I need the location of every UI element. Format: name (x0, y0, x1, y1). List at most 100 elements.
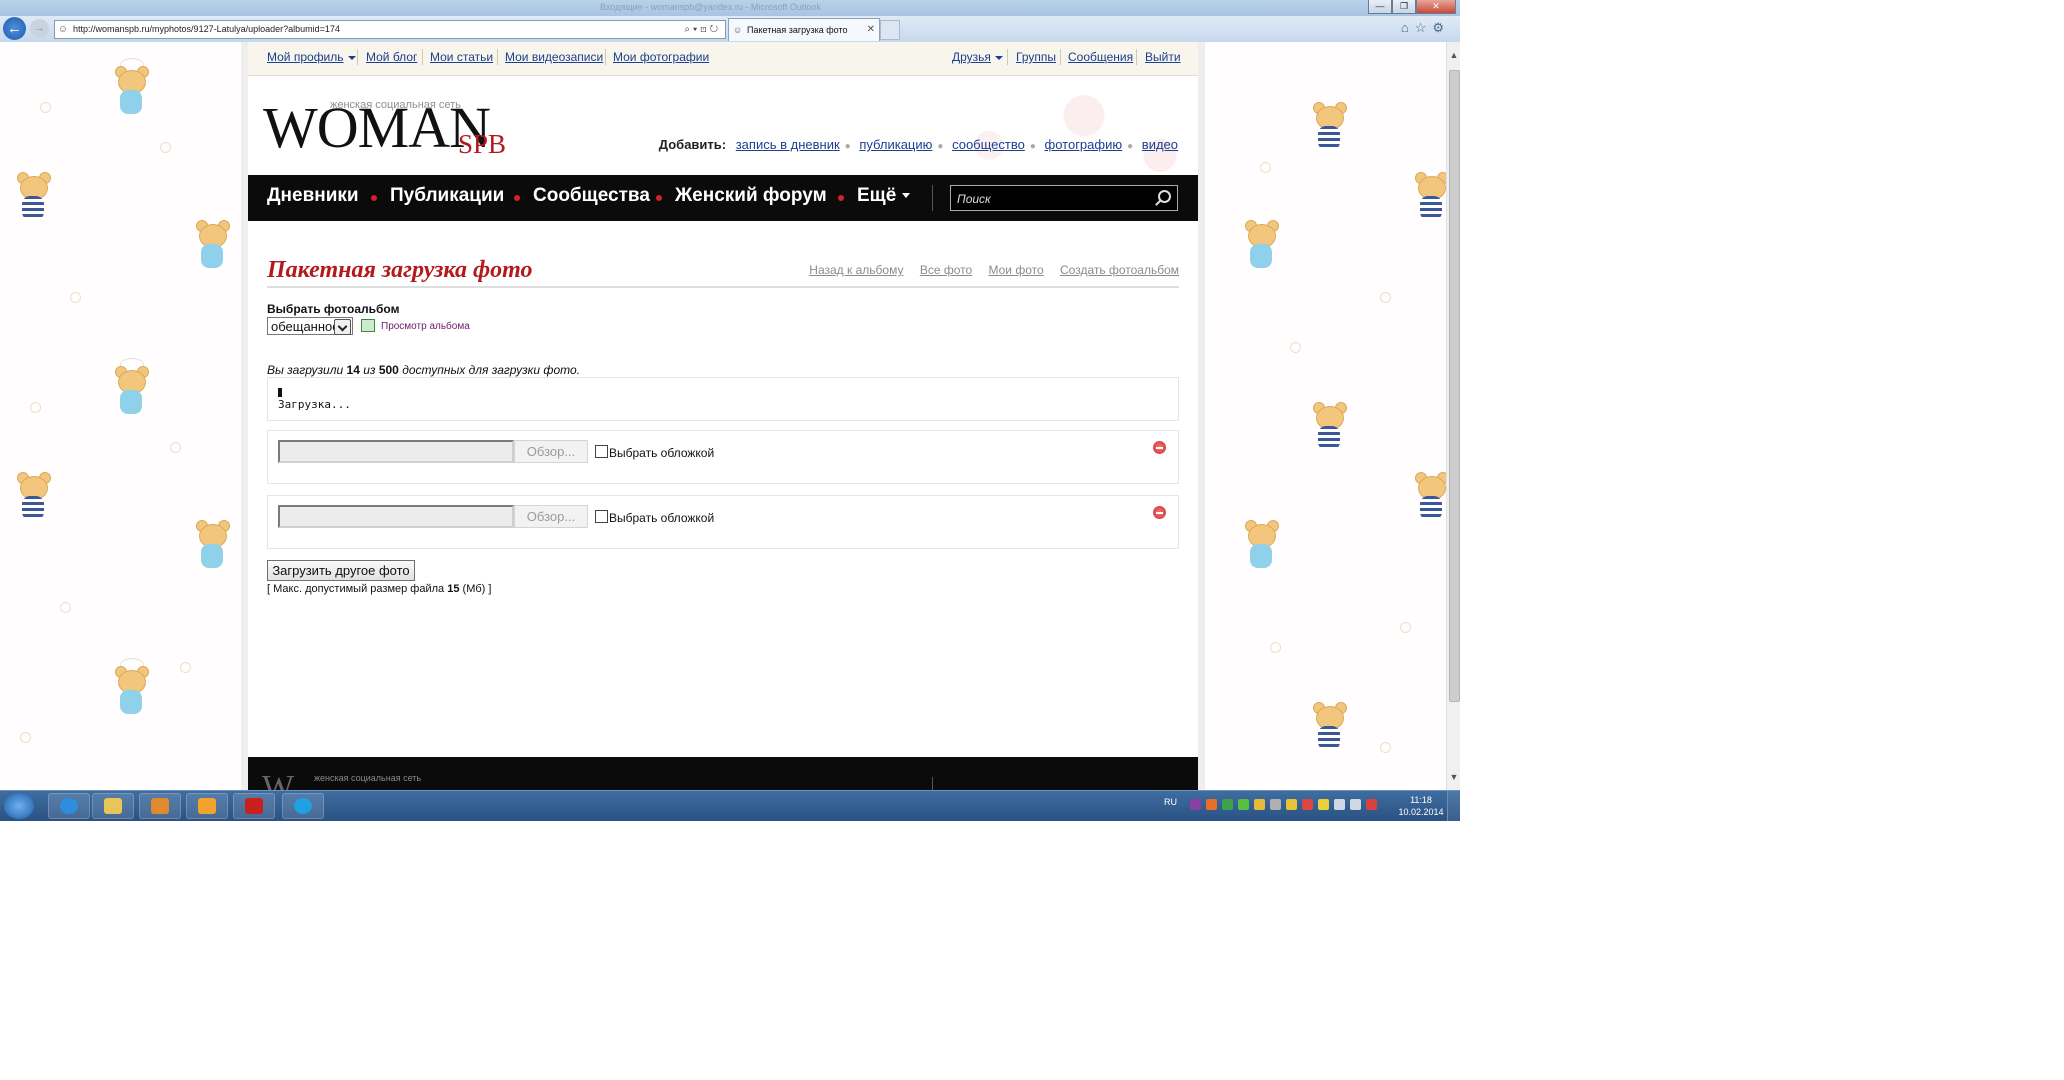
browse-button[interactable]: Обзор... (514, 440, 588, 463)
add-publication-link[interactable]: публикацию (859, 137, 932, 152)
nav-friends[interactable]: Друзья (952, 50, 1003, 64)
file-path-field[interactable] (278, 505, 514, 528)
browse-button[interactable]: Обзор... (514, 505, 588, 528)
scroll-thumb[interactable] (1449, 70, 1460, 702)
new-tab-button[interactable] (880, 20, 900, 40)
scroll-down-icon[interactable]: ▼ (1447, 770, 1460, 784)
tray-app-icon[interactable] (1222, 799, 1233, 810)
scroll-up-icon[interactable]: ▲ (1447, 48, 1460, 62)
minimize-button[interactable]: — (1368, 0, 1392, 14)
favorites-icon[interactable]: ☆ (1415, 20, 1433, 35)
view-album-link[interactable]: Просмотр альбома (381, 321, 470, 332)
taskbar-media-player[interactable] (139, 793, 181, 819)
page-shadow-right (1198, 42, 1205, 790)
forward-button[interactable]: → (30, 19, 49, 38)
window-title: Входящие - womanspb@yandex.ru - Microsof… (600, 2, 821, 12)
page-shadow-left (241, 42, 248, 790)
bear-decoration (112, 358, 150, 422)
upload-another-button[interactable]: Загрузить другое фото (267, 560, 415, 581)
tray-app-icon[interactable] (1254, 799, 1265, 810)
menu-more[interactable]: Ещё (857, 185, 911, 207)
taskbar-explorer[interactable] (92, 793, 134, 819)
network-icon[interactable] (1350, 799, 1361, 810)
folder-icon (104, 798, 122, 814)
chevron-down-icon (994, 55, 1003, 60)
add-diary-entry-link[interactable]: запись в дневник (736, 137, 840, 152)
menu-diaries[interactable]: Дневники (267, 185, 359, 207)
bear-decoration (193, 520, 231, 576)
acrobat-icon (245, 798, 263, 814)
address-bar[interactable]: ☺ http://womanspb.ru/myphotos/9127-Latuly… (54, 20, 726, 39)
nav-logout[interactable]: Выйти (1145, 50, 1181, 64)
tray-app-icon[interactable] (1286, 799, 1297, 810)
tray-app-icon[interactable] (1206, 799, 1217, 810)
search-box (950, 185, 1178, 211)
tray-app-icon[interactable] (1238, 799, 1249, 810)
maximize-button[interactable]: ❐ (1392, 0, 1416, 14)
nav-groups[interactable]: Группы (1016, 50, 1056, 64)
bear-decoration (1310, 702, 1348, 758)
menu-communities[interactable]: Сообщества (533, 185, 650, 207)
show-desktop-button[interactable] (1447, 791, 1460, 821)
nav-my-profile[interactable]: Мой профиль (267, 50, 356, 64)
taskbar-acrobat[interactable] (233, 793, 275, 819)
album-select[interactable]: обещанное (267, 317, 353, 335)
remove-icon[interactable] (1153, 441, 1166, 454)
all-photos-link[interactable]: Все фото (920, 263, 972, 277)
taskbar-ie[interactable] (48, 793, 90, 819)
taskbar-skype[interactable] (282, 793, 324, 819)
page-scrollbar[interactable]: ▲ ▼ (1446, 42, 1460, 790)
tray-app-icon[interactable] (1270, 799, 1281, 810)
back-to-album-link[interactable]: Назад к альбому (809, 263, 903, 277)
media-player-icon (151, 798, 169, 814)
bear-decoration (14, 172, 52, 228)
onenote-icon[interactable] (1190, 799, 1201, 810)
volume-icon[interactable] (1334, 799, 1345, 810)
file-path-field[interactable] (278, 440, 514, 463)
close-button[interactable]: ✕ (1416, 0, 1456, 14)
address-controls-icon[interactable]: ⌕▾⊡↻ (684, 21, 721, 38)
gear-icon[interactable]: ⚙ (1432, 20, 1450, 35)
cover-checkbox[interactable] (595, 510, 608, 523)
tab-favicon-icon: ☺ (733, 25, 743, 35)
remove-icon[interactable] (1153, 506, 1166, 519)
start-button[interactable] (4, 793, 34, 819)
create-album-link[interactable]: Создать фотоальбом (1060, 263, 1179, 277)
add-video-link[interactable]: видео (1142, 137, 1178, 152)
album-view-icon[interactable] (361, 319, 375, 332)
main-menu: Дневники Публикации Сообщества Женский ф… (248, 175, 1198, 221)
search-input[interactable] (955, 188, 1149, 210)
page-title: Пакетная загрузка фото (267, 257, 533, 283)
upload-stat: Вы загрузили 14 из 500 доступных для заг… (267, 363, 581, 377)
search-icon[interactable] (1158, 190, 1171, 203)
site-container: Мой профиль Мой блог Мои статьи Мои виде… (248, 42, 1198, 790)
nav-my-photos[interactable]: Мои фотографии (613, 50, 709, 64)
taskbar: RU 11:18 10.02.2014 (0, 790, 1460, 821)
tab-active[interactable]: ☺ Пакетная загрузка фото ✕ (728, 18, 880, 41)
upload-row: Обзор... Выбрать обложкой (267, 430, 1179, 484)
cover-checkbox[interactable] (595, 445, 608, 458)
menu-womens-forum[interactable]: Женский форум (675, 185, 827, 207)
home-icon[interactable]: ⌂ (1401, 20, 1415, 35)
taskbar-outlook[interactable] (186, 793, 228, 819)
nav-messages[interactable]: Сообщения (1068, 50, 1133, 64)
language-indicator[interactable]: RU (1164, 797, 1177, 807)
action-center-icon[interactable] (1366, 799, 1377, 810)
back-button[interactable]: ← (3, 17, 26, 40)
tray-app-icon[interactable] (1318, 799, 1329, 810)
nav-my-videos[interactable]: Мои видеозаписи (505, 50, 603, 64)
nav-my-blog[interactable]: Мой блог (366, 50, 417, 64)
taskbar-clock[interactable]: 11:18 10.02.2014 (1398, 794, 1444, 818)
site-header: женская социальная сеть WOMAN SPB Добави… (248, 76, 1198, 175)
add-community-link[interactable]: сообщество (952, 137, 1025, 152)
nav-my-articles[interactable]: Мои статьи (430, 50, 493, 64)
bear-decoration (1412, 172, 1446, 228)
bear-decoration (1242, 520, 1280, 576)
add-photo-link[interactable]: фотографию (1045, 137, 1123, 152)
tray-app-icon[interactable] (1302, 799, 1313, 810)
menu-publications[interactable]: Публикации (390, 185, 504, 207)
footer-logo[interactable]: W (262, 771, 294, 791)
tab-close-icon[interactable]: ✕ (867, 19, 875, 41)
logo-wordmark: WOMAN (263, 95, 491, 160)
my-photos-link[interactable]: Мои фото (989, 263, 1044, 277)
